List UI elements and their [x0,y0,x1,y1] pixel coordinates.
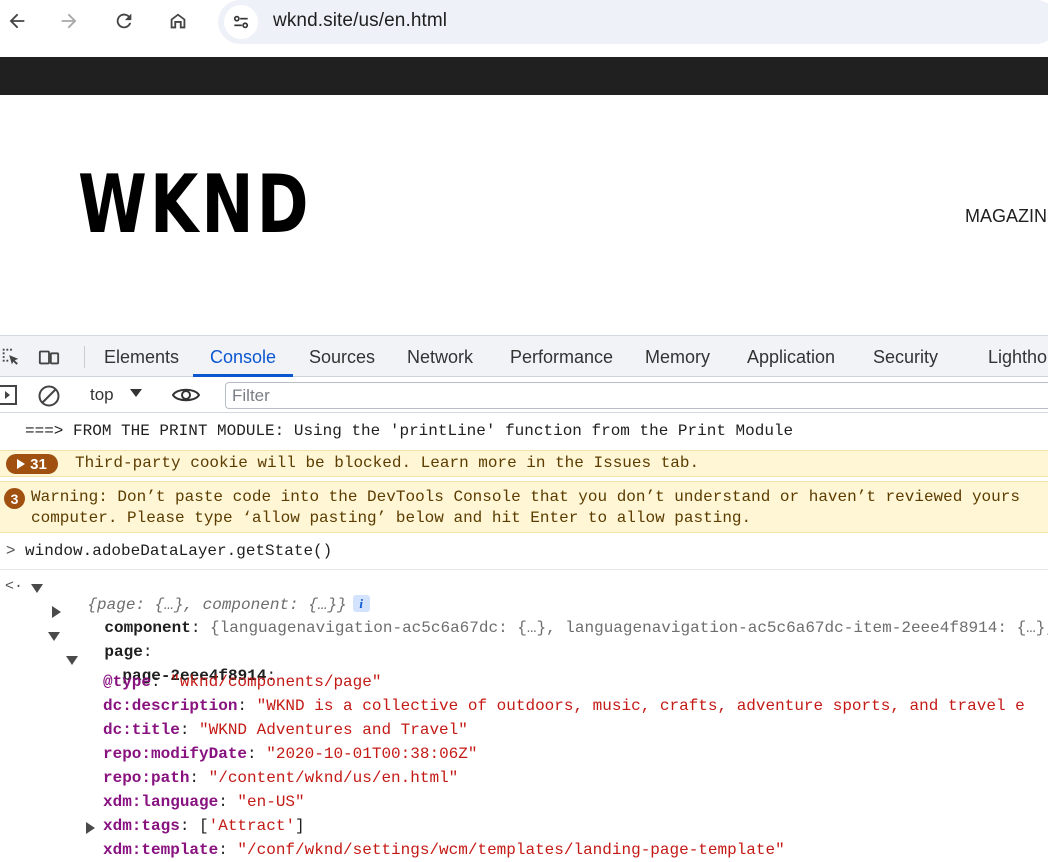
clear-console-icon[interactable] [37,384,61,408]
filter-field[interactable] [225,382,1048,409]
component-preview: {languagenavigation-ac5c6a67dc: {…}, lan… [210,619,1048,637]
prop-row: xdm:language: "en-US" [103,793,305,811]
nav-item-magazine[interactable]: MAGAZIN [965,206,1047,227]
browser-toolbar: wknd.site/us/en.html [0,0,1048,44]
console-message-cookie-warning[interactable]: 31 Third-party cookie will be blocked. L… [0,450,1048,477]
tab-console[interactable]: Console [210,347,276,368]
tune-icon [233,15,249,29]
prop-row: dc:title: "WKND Adventures and Travel" [103,721,468,739]
tab-separator [84,346,85,368]
expand-triangle-icon[interactable] [66,656,78,665]
tab-application[interactable]: Application [747,347,835,368]
site-logo[interactable]: WKND [78,165,312,245]
context-label: top [90,385,114,404]
home-icon [170,13,186,29]
caret-down-icon [130,389,142,397]
prop-row: dc:description: "WKND is a collective of… [103,697,1025,715]
console-result: <· {page: {…}, component: {…}} i componen… [0,572,1048,862]
address-bar[interactable]: wknd.site/us/en.html [218,0,1048,44]
live-expression-eye-icon[interactable] [171,385,201,405]
console-input-echo: > window.adobeDataLayer.getState() [0,538,1048,570]
tab-performance[interactable]: Performance [510,347,613,368]
prompt-chevron-icon: > [6,542,16,559]
tab-memory[interactable]: Memory [645,347,710,368]
prop-row-tags[interactable]: xdm:tags: ['Attract'] [103,817,305,835]
inspect-element-icon[interactable] [0,346,22,368]
tab-security[interactable]: Security [873,347,938,368]
console-message-paste-warning: 3 Warning: Don’t paste code into the Dev… [0,481,1048,533]
forward-button[interactable] [52,4,86,38]
collapse-triangle-icon[interactable] [86,822,95,834]
collapse-triangle-icon[interactable] [52,606,61,618]
reload-button[interactable] [107,4,141,38]
tab-sources[interactable]: Sources [309,347,375,368]
url-text[interactable]: wknd.site/us/en.html [273,10,447,32]
site-top-bar [0,57,1048,95]
site-header: WKND MAGAZIN [0,95,1048,335]
sidebar-toggle-icon[interactable] [0,384,20,406]
home-button[interactable] [161,4,195,38]
expand-arrow-icon [17,459,26,469]
warning-text-line-2: computer. Please type ‘allow pasting’ be… [31,509,752,527]
cookie-warning-text: Third-party cookie will be blocked. Lear… [75,454,700,472]
prop-row: xdm:template: "/conf/wknd/settings/wcm/t… [103,841,785,859]
console-toolbar: top [0,377,1048,413]
warning-count-badge: 3 [4,488,25,509]
filter-input[interactable] [226,383,1048,408]
back-button[interactable] [0,4,34,38]
component-node[interactable]: component: {languagenavigation-ac5c6a67d… [66,601,1048,655]
tab-lighthouse[interactable]: Lightho [988,347,1047,368]
arrow-left-icon [9,13,25,29]
reload-icon [116,13,132,29]
return-arrow-icon: <· [5,578,24,595]
prop-row: repo:path: "/content/wknd/us/en.html" [103,769,459,787]
tab-network[interactable]: Network [407,347,473,368]
devtools-tab-bar: Elements Console Sources Network Perform… [0,335,1048,377]
tab-elements[interactable]: Elements [104,347,179,368]
warning-text-line-1: Warning: Don’t paste code into the DevTo… [31,488,1020,506]
expand-triangle-icon[interactable] [48,632,60,641]
repeat-count: 31 [30,455,47,473]
arrow-right-icon [61,13,77,29]
console-message-log: ===> FROM THE PRINT MODULE: Using the 'p… [0,418,1048,448]
log-text: ===> FROM THE PRINT MODULE: Using the 'p… [25,422,794,440]
repeat-count-badge[interactable]: 31 [6,454,58,474]
device-toolbar-icon[interactable] [38,346,60,368]
expand-triangle-icon[interactable] [31,584,43,593]
prop-row: repo:modifyDate: "2020-10-01T00:38:06Z" [103,745,478,763]
command-text: window.adobeDataLayer.getState() [25,542,333,560]
prop-row: @type: "wknd/components/page" [103,673,382,691]
site-info-button[interactable] [224,5,258,39]
